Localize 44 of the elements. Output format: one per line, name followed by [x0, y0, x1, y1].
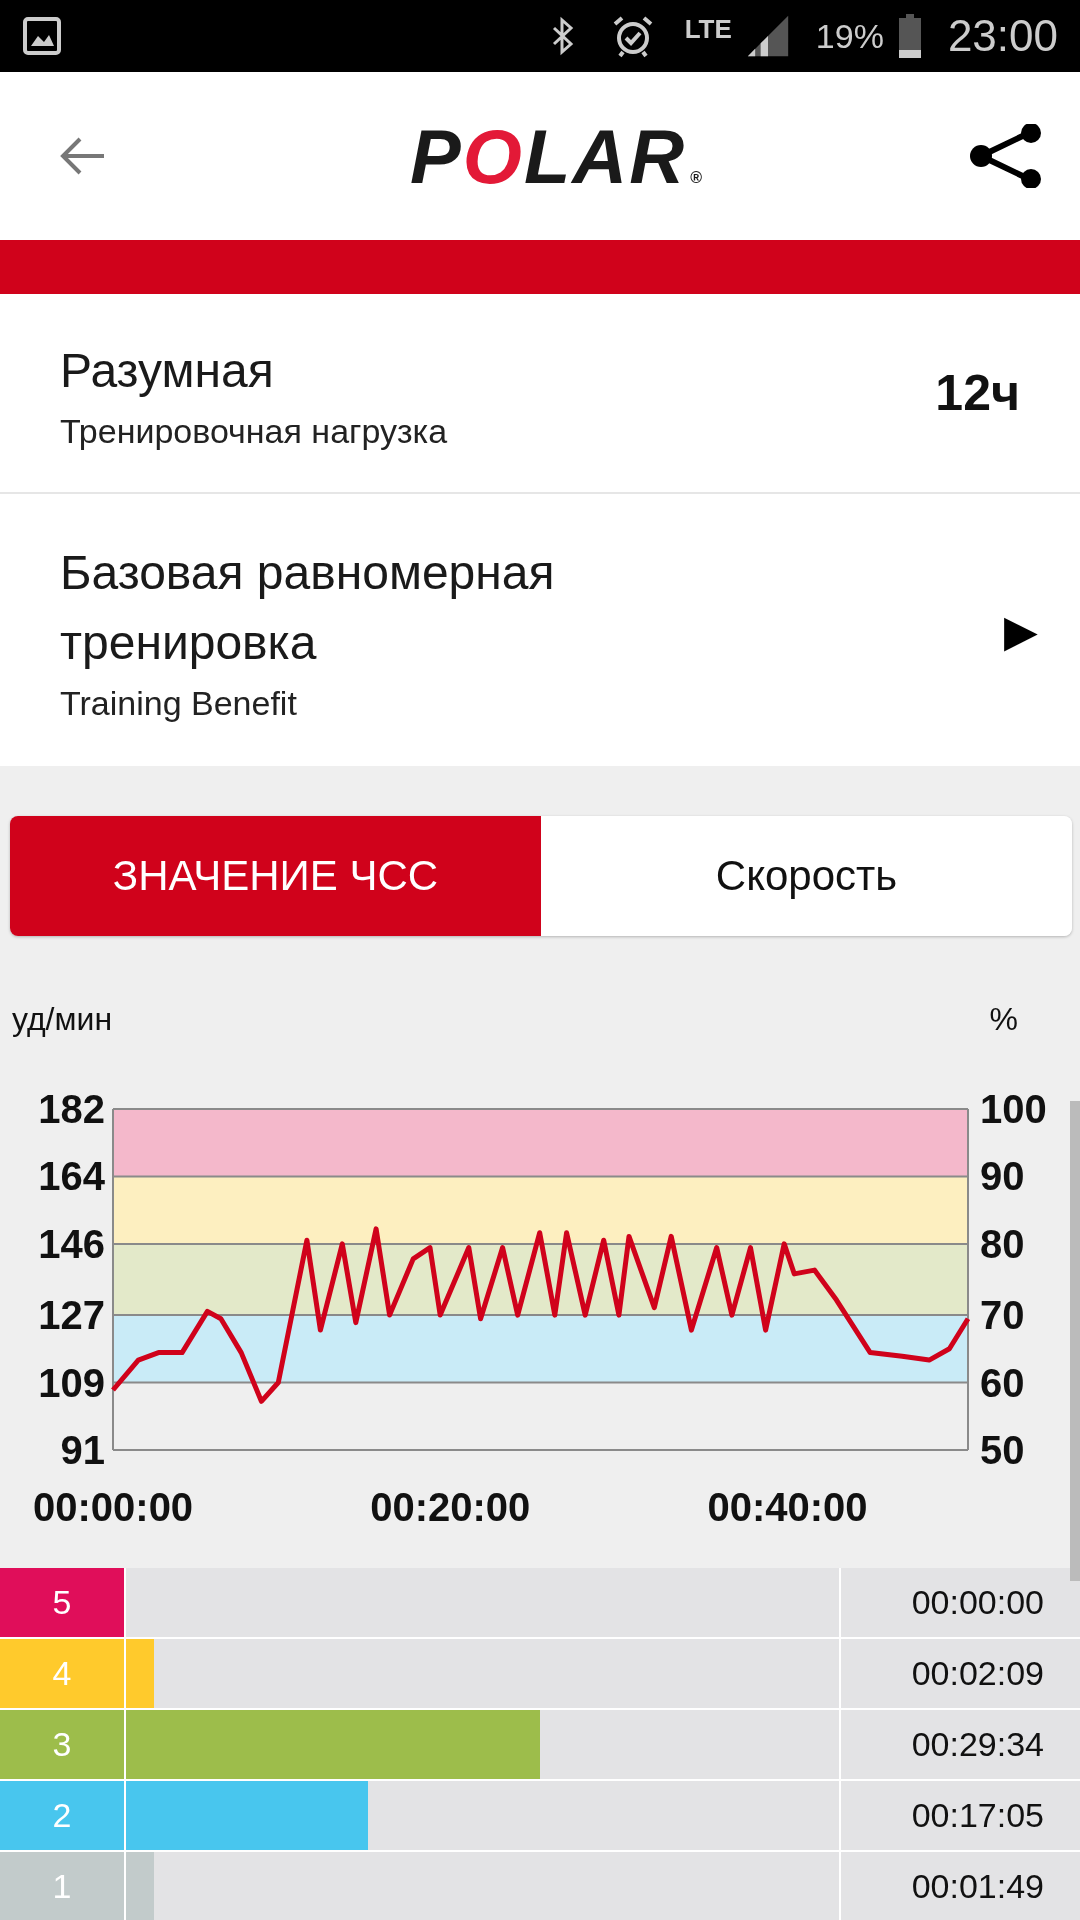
battery-icon [897, 14, 922, 58]
zone-time: 00:29:34 [841, 1710, 1080, 1779]
battery-percent: 19% [815, 16, 884, 56]
axis-tick-label: 100 [980, 1087, 1047, 1131]
axis-tick-label: 80 [980, 1221, 1025, 1266]
axis-tick-label: 00:00:00 [33, 1485, 194, 1529]
clock: 23:00 [947, 11, 1058, 61]
axis-tick-label: 60 [980, 1360, 1025, 1405]
chart-tab[interactable]: Скорость [541, 816, 1072, 936]
axis-tick-label: 164 [38, 1154, 105, 1199]
axis-tick-label: 90 [980, 1154, 1025, 1199]
expand-arrow: ▶ [1004, 604, 1038, 656]
signal-icon [745, 14, 790, 58]
zone-label: 2 [0, 1781, 124, 1850]
bluetooth-icon [550, 16, 575, 56]
zone-label: 1 [0, 1852, 124, 1920]
load-title: Разумная [60, 342, 275, 399]
logo: POLAR® [410, 112, 704, 200]
picture-icon [22, 16, 62, 56]
zone-label: 5 [0, 1568, 124, 1637]
axis-label: уд/мин [12, 1001, 113, 1037]
zone-time: 00:00:00 [841, 1568, 1080, 1637]
chart-tab[interactable]: ЗНАЧЕНИЕ ЧСС [10, 816, 541, 936]
network-type: LTE [684, 13, 732, 45]
zone-time: 00:02:09 [841, 1639, 1080, 1708]
zone-label: 3 [0, 1710, 124, 1779]
axis-tick-label: 182 [38, 1087, 105, 1131]
axis-tick-label: 00:20:00 [370, 1485, 531, 1529]
axis-tick-label: 127 [38, 1293, 105, 1338]
benefit-title: Базовая равномерная тренировка [60, 544, 556, 671]
axis-tick-label: 50 [980, 1428, 1025, 1472]
load-subtitle: Тренировочная нагрузка [60, 411, 448, 451]
axis-label: % [989, 1001, 1018, 1037]
axis-tick-label: 00:40:00 [707, 1485, 868, 1529]
axis-tick-label: 109 [38, 1360, 105, 1405]
zone-label: 4 [0, 1639, 124, 1708]
load-value: 12ч [935, 364, 1020, 422]
axis-tick-label: 146 [38, 1221, 105, 1266]
benefit-subtitle: Training Benefit [60, 683, 298, 723]
benefit-row[interactable]: Базовая равномерная тренировка Training Benefit ▶ [0, 494, 1080, 766]
axis-tick-label: 70 [980, 1293, 1025, 1338]
zone-time: 00:17:05 [841, 1781, 1080, 1850]
axis-tick-label: 91 [60, 1428, 105, 1472]
zone-time: 00:01:49 [841, 1852, 1080, 1920]
